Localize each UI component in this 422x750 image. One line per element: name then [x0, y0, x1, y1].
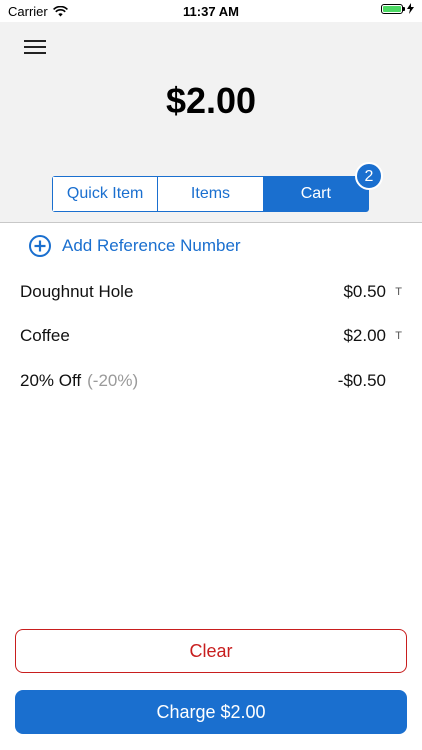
charging-bolt-icon	[407, 3, 414, 14]
line-item-price: $2.00	[343, 326, 386, 345]
cart-count-badge: 2	[355, 162, 383, 190]
discount-percent-note: (-20%)	[87, 371, 139, 390]
tab-cart[interactable]: Cart	[263, 177, 368, 211]
tax-indicator: T	[395, 330, 402, 342]
cart-line-item[interactable]: Coffee $2.00 T	[20, 322, 410, 352]
header-panel: $2.00 Quick Item Items Cart 2	[0, 22, 422, 223]
hamburger-menu-icon[interactable]	[24, 40, 46, 56]
line-item-price: $0.50	[343, 282, 386, 301]
line-item-name: Coffee	[20, 326, 70, 345]
tax-indicator: T	[395, 286, 402, 298]
cart-discount-item[interactable]: 20% Off (-20%) -$0.50	[20, 367, 410, 397]
total-amount: $2.00	[165, 80, 257, 121]
line-item-name: 20% Off (-20%)	[20, 371, 139, 390]
tab-quick-item[interactable]: Quick Item	[53, 177, 159, 211]
status-right	[381, 3, 414, 14]
line-item-name: Doughnut Hole	[20, 282, 134, 301]
cart-line-item[interactable]: Doughnut Hole $0.50 T	[20, 278, 410, 308]
status-bar: Carrier 11:37 AM	[0, 0, 422, 22]
add-reference-label: Add Reference Number	[62, 236, 241, 255]
battery-icon	[381, 3, 405, 14]
status-time: 11:37 AM	[183, 4, 239, 19]
add-reference-number-button[interactable]: Add Reference Number	[28, 234, 241, 258]
charge-button[interactable]: Charge $2.00	[15, 690, 407, 734]
plus-circle-icon	[29, 235, 51, 257]
clear-button[interactable]: Clear	[15, 629, 407, 673]
tab-items[interactable]: Items	[158, 177, 264, 211]
line-item-price: -$0.50	[337, 371, 386, 390]
view-segmented-control: Quick Item Items Cart	[52, 176, 369, 212]
